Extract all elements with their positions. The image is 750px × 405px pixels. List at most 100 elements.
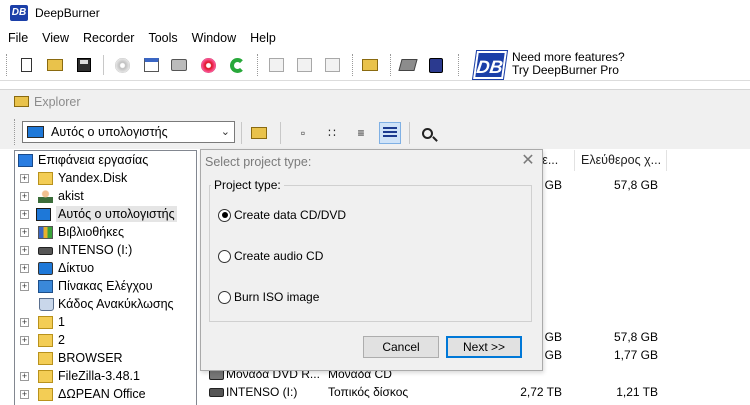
control-panel-icon: [38, 279, 53, 293]
toolbar-grip[interactable]: [257, 54, 259, 76]
column-header-free-space[interactable]: Ελεύθερος χ...: [575, 150, 667, 171]
tree-item-intenso-drive[interactable]: + INTENSO (I:): [15, 241, 196, 259]
radio-create-audio-cd[interactable]: Create audio CD: [218, 249, 323, 263]
burn-button[interactable]: [198, 55, 218, 75]
network-icon: [38, 261, 53, 275]
radio-create-data-cd[interactable]: Create data CD/DVD: [218, 208, 346, 222]
toolbar-separator: [241, 122, 242, 144]
tree-item-control-panel[interactable]: + Πίνακας Ελέγχου: [15, 277, 196, 295]
tile-horizontal-icon: [296, 58, 312, 72]
toolbar-separator: [280, 122, 281, 144]
expand-icon[interactable]: +: [20, 173, 29, 183]
toolbar-grip[interactable]: [14, 119, 16, 145]
folder-icon: [38, 315, 53, 329]
expand-icon[interactable]: +: [20, 317, 29, 327]
tree-item-folder-1[interactable]: + 1: [15, 313, 196, 331]
folder-icon: [38, 351, 53, 365]
small-icons-view-button[interactable]: ∷: [321, 122, 343, 144]
menu-window[interactable]: Window: [185, 31, 243, 45]
tree-item-network[interactable]: + Δίκτυο: [15, 259, 196, 277]
expand-icon[interactable]: +: [20, 263, 29, 273]
radio-button[interactable]: [218, 290, 231, 304]
open-folder-icon: [47, 59, 63, 71]
badge-icon: [429, 57, 443, 73]
promo-text-line2[interactable]: Try DeepBurner Pro: [512, 64, 619, 77]
expand-icon[interactable]: +: [20, 245, 29, 255]
radio-burn-iso-image[interactable]: Burn ISO image: [218, 290, 319, 304]
tree-item-label: Yandex.Disk: [58, 171, 128, 185]
cascade-icon: [268, 58, 284, 72]
tree-item-libraries[interactable]: + Βιβλιοθήκες: [15, 223, 196, 241]
tree-item-this-pc[interactable]: + Αυτός ο υπολογιστής: [15, 205, 196, 223]
expand-icon[interactable]: +: [20, 335, 29, 345]
toolbar-separator: [103, 55, 104, 75]
tree-item-user[interactable]: + akist: [15, 187, 196, 205]
calendar-button[interactable]: [141, 55, 161, 75]
row-free-space: 57,8 GB: [613, 178, 658, 192]
tree-item-browser[interactable]: BROWSER: [15, 349, 196, 367]
expand-icon[interactable]: +: [20, 389, 29, 399]
menu-recorder[interactable]: Recorder: [76, 31, 141, 45]
project-type-group-label: Project type:: [211, 178, 284, 192]
toolbar-grip[interactable]: [352, 54, 354, 76]
printer-icon: [171, 59, 187, 71]
tree-item-recycle-bin[interactable]: Κάδος Ανακύκλωσης: [15, 295, 196, 313]
tree-item-filezilla[interactable]: + FileZilla-3.48.1: [15, 367, 196, 385]
find-button[interactable]: [416, 122, 438, 144]
toolbar-grip[interactable]: [458, 54, 460, 76]
disc-info-button[interactable]: [112, 55, 132, 75]
radio-button[interactable]: [218, 249, 231, 263]
chevron-down-icon[interactable]: ⌄: [221, 125, 230, 138]
tree-item-label: ΔΩΡΕΑΝ Office: [58, 387, 146, 401]
folder-tree[interactable]: Επιφάνεια εργασίας + Yandex.Disk + akist…: [14, 150, 197, 405]
row-type: Τοπικός δίσκος: [328, 385, 409, 399]
expand-icon[interactable]: +: [20, 371, 29, 381]
menu-tools[interactable]: Tools: [141, 31, 184, 45]
menu-help[interactable]: Help: [243, 31, 283, 45]
tile-horizontal-button[interactable]: [294, 55, 314, 75]
explorer-folder-icon: [14, 96, 29, 107]
help-topics-button[interactable]: [398, 55, 418, 75]
tree-item-folder-2[interactable]: + 2: [15, 331, 196, 349]
deepburner-pro-logo-icon[interactable]: DB: [471, 50, 509, 80]
list-view-button[interactable]: ≡: [350, 122, 372, 144]
tree-item-yandex-disk[interactable]: + Yandex.Disk: [15, 169, 196, 187]
refresh-icon: [229, 57, 245, 73]
explorer-button[interactable]: [360, 55, 380, 75]
toolbar-grip[interactable]: [6, 54, 8, 76]
next-button[interactable]: Next >>: [446, 336, 522, 358]
new-project-button[interactable]: [16, 55, 36, 75]
tree-item-desktop[interactable]: Επιφάνεια εργασίας: [15, 151, 196, 169]
open-project-button[interactable]: [45, 55, 65, 75]
radio-button[interactable]: [218, 208, 231, 222]
large-icons-view-icon: ▫: [300, 126, 306, 140]
expand-icon[interactable]: +: [20, 227, 29, 237]
cascade-windows-button[interactable]: [266, 55, 286, 75]
toolbar-separator: [409, 122, 410, 144]
details-view-button[interactable]: [379, 122, 401, 144]
save-project-button[interactable]: [74, 55, 94, 75]
row-free-space: 57,8 GB: [613, 330, 658, 344]
explorer-panel-header: Explorer: [0, 89, 750, 113]
expand-icon[interactable]: +: [20, 191, 29, 201]
cancel-button[interactable]: Cancel: [363, 336, 439, 358]
print-button[interactable]: [169, 55, 189, 75]
close-icon[interactable]: ✕: [519, 152, 537, 170]
main-toolbar: [0, 49, 750, 81]
expand-icon[interactable]: +: [20, 281, 29, 291]
refresh-button[interactable]: [227, 55, 247, 75]
toolbar-grip[interactable]: [390, 54, 392, 76]
up-folder-button[interactable]: [248, 122, 270, 144]
menu-file[interactable]: File: [0, 31, 35, 45]
tree-item-free-office[interactable]: + ΔΩΡΕΑΝ Office: [15, 385, 196, 403]
about-button[interactable]: [426, 55, 446, 75]
large-icons-view-button[interactable]: ▫: [292, 122, 314, 144]
menu-view[interactable]: View: [35, 31, 76, 45]
location-dropdown[interactable]: Αυτός ο υπολογιστής ⌄: [22, 121, 235, 143]
expand-icon[interactable]: +: [20, 209, 29, 219]
user-icon: [38, 189, 53, 203]
tile-vertical-button[interactable]: [322, 55, 342, 75]
row-name[interactable]: INTENSO (I:): [226, 385, 297, 399]
search-icon: [421, 127, 433, 139]
row-free-space: 1,21 TB: [616, 385, 658, 399]
